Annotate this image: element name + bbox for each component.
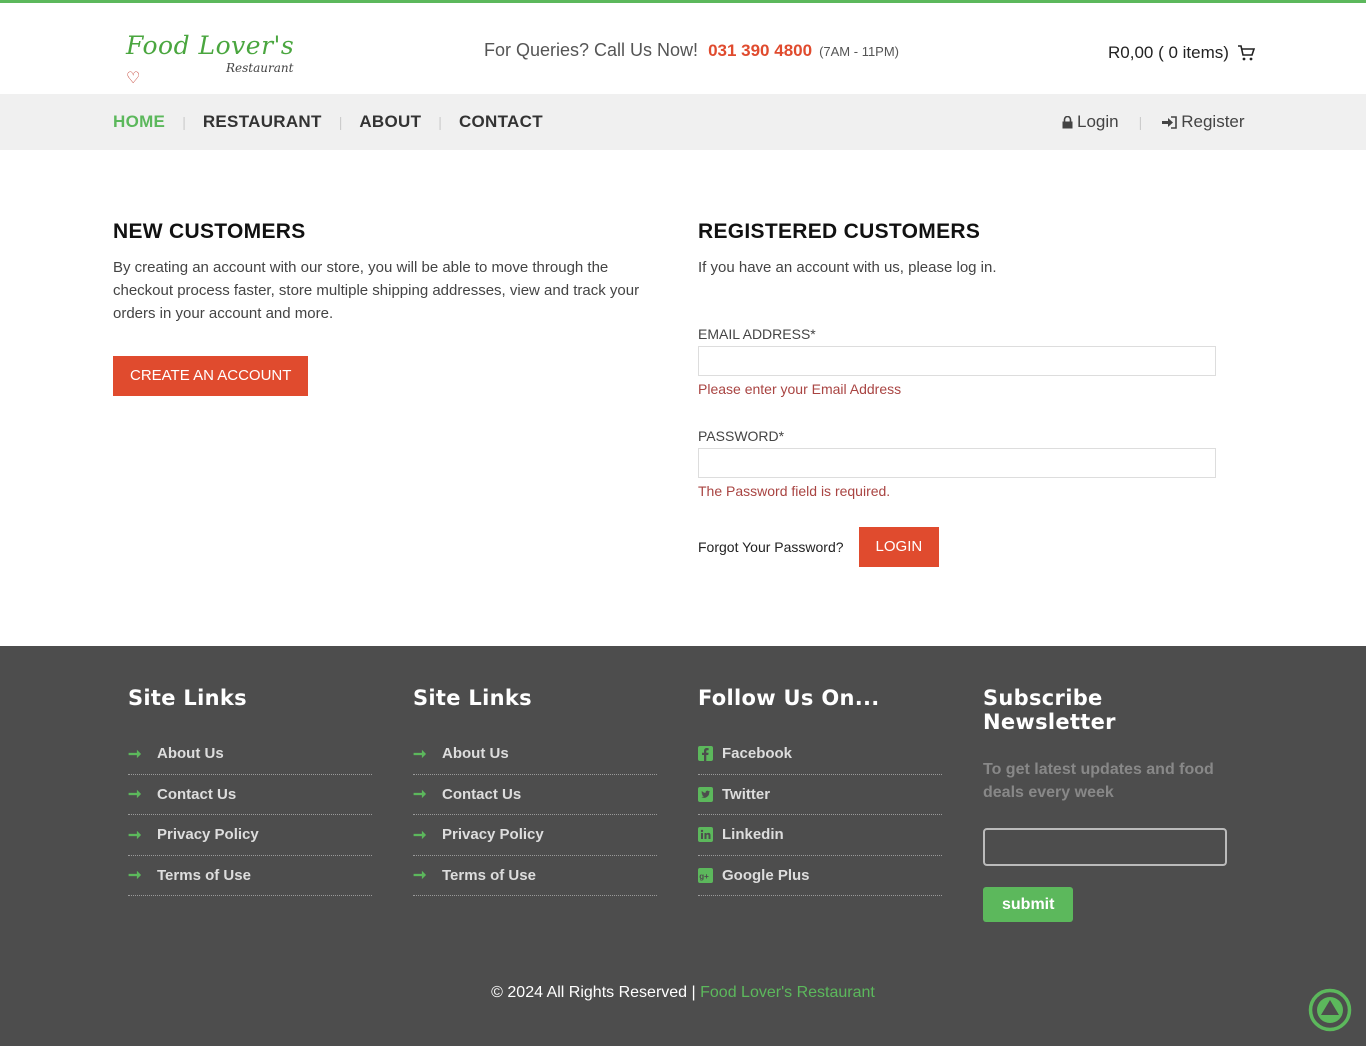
- new-customers-section: NEW CUSTOMERS By creating an account wit…: [113, 220, 663, 396]
- footer-link-terms-of-use[interactable]: ➞ Terms of Use: [413, 856, 657, 896]
- nav-home[interactable]: HOME: [113, 112, 165, 132]
- login-button[interactable]: LOGIN: [858, 527, 940, 567]
- google-plus-icon: g+: [698, 867, 713, 883]
- sign-in-icon: [1162, 115, 1178, 129]
- login-link[interactable]: Login: [1062, 112, 1119, 132]
- linkedin-icon: [698, 827, 713, 843]
- footer-link-label: Terms of Use: [442, 866, 536, 884]
- footer-link-label: Twitter: [722, 785, 771, 803]
- footer-link-label: Google Plus: [722, 866, 810, 884]
- queries-label: For Queries? Call Us Now!: [484, 40, 699, 60]
- password-error: The Password field is required.: [698, 483, 891, 499]
- newsletter-text: To get latest updates and food deals eve…: [983, 761, 1214, 801]
- hours-text: (7AM - 11PM): [819, 44, 900, 59]
- social-link-linkedin[interactable]: Linkedin: [698, 815, 942, 856]
- login-label: Login: [1077, 112, 1119, 131]
- copyright-label: © 2024 All Rights Reserved |: [491, 984, 696, 1001]
- arrow-right-icon: ➞: [413, 786, 427, 804]
- arrow-right-icon: ➞: [128, 745, 142, 763]
- footer-link-label: Contact Us: [442, 785, 522, 803]
- footer: Site Links ➞ About Us ➞ Contact Us ➞ Privac…: [0, 646, 1366, 1046]
- site-logo[interactable]: Food Lover's ♡ Restaurant: [126, 31, 306, 87]
- footer-col-title: Site Links: [413, 686, 532, 710]
- heart-icon: ♡: [126, 68, 141, 87]
- logo-subtitle: Restaurant: [226, 61, 294, 75]
- footer-link-label: About Us: [442, 745, 509, 763]
- footer-link-privacy-policy[interactable]: ➞ Privacy Policy: [413, 815, 657, 856]
- nav-separator: |: [338, 114, 343, 130]
- logo-title: Food Lover's: [126, 31, 295, 60]
- footer-link-about-us[interactable]: ➞ About Us: [128, 734, 372, 775]
- footer-link-label: Contact Us: [157, 785, 237, 803]
- create-account-button[interactable]: CREATE AN ACCOUNT: [113, 356, 309, 396]
- arrow-right-icon: ➞: [128, 867, 142, 885]
- arrow-right-icon: ➞: [128, 786, 142, 804]
- footer-link-label: Privacy Policy: [157, 826, 259, 844]
- footer-link-terms-of-use[interactable]: ➞ Terms of Use: [128, 856, 372, 896]
- footer-col-title: Follow Us On...: [698, 686, 880, 710]
- footer-newsletter: Subscribe Newsletter To get latest updat…: [983, 686, 1227, 922]
- password-label: PASSWORD*: [698, 428, 785, 444]
- social-link-facebook[interactable]: Facebook: [698, 734, 942, 775]
- email-error: Please enter your Email Address: [698, 381, 902, 397]
- copyright-brand-link[interactable]: Food Lover's Restaurant: [700, 984, 875, 1001]
- social-link-twitter[interactable]: Twitter: [698, 775, 942, 815]
- social-link-google-plus[interactable]: g+ Google Plus: [698, 856, 942, 896]
- footer-link-contact-us[interactable]: ➞ Contact Us: [413, 775, 657, 815]
- footer-site-links-2: Site Links ➞ About Us ➞ Contact Us ➞ Privac…: [413, 686, 657, 896]
- footer-link-label: Terms of Use: [157, 866, 251, 884]
- copyright-bar: © 2024 All Rights Reserved | Food Lover'…: [0, 938, 1366, 1046]
- header: Food Lover's ♡ Restaurant For Queries? C…: [0, 3, 1366, 94]
- footer-link-contact-us[interactable]: ➞ Contact Us: [128, 775, 372, 815]
- newsletter-submit-button[interactable]: submit: [983, 887, 1074, 922]
- nav-restaurant[interactable]: RESTAURANT: [203, 112, 322, 132]
- auth-separator: |: [1138, 114, 1143, 130]
- login-actions: Forgot Your Password? LOGIN: [698, 527, 1218, 567]
- footer-link-about-us[interactable]: ➞ About Us: [413, 734, 657, 775]
- new-customers-description: By creating an account with our store, y…: [113, 259, 640, 322]
- password-field[interactable]: [698, 448, 1216, 478]
- arrow-right-icon: ➞: [413, 826, 427, 844]
- nav-separator: |: [182, 114, 186, 130]
- footer-link-label: Privacy Policy: [442, 826, 544, 844]
- footer-link-label: Facebook: [722, 745, 793, 763]
- footer-site-links-1: Site Links ➞ About Us ➞ Contact Us ➞ Privac…: [128, 686, 372, 896]
- arrow-right-icon: ➞: [413, 745, 427, 763]
- nav-about[interactable]: ABOUT: [359, 112, 421, 132]
- logo-text: Food Lover's ♡: [126, 31, 306, 89]
- newsletter-email-input[interactable]: [983, 828, 1227, 866]
- email-field[interactable]: [698, 346, 1216, 376]
- nav-separator: |: [438, 114, 442, 130]
- main-content: NEW CUSTOMERS By creating an account wit…: [0, 150, 1366, 646]
- cart-summary[interactable]: R0,00 ( 0 items): [1108, 43, 1255, 63]
- footer-link-privacy-policy[interactable]: ➞ Privacy Policy: [128, 815, 372, 856]
- forgot-password-link[interactable]: Forgot Your Password?: [698, 539, 844, 555]
- nav-contact[interactable]: CONTACT: [459, 112, 543, 132]
- email-label: EMAIL ADDRESS*: [698, 326, 816, 342]
- svg-text:g+: g+: [699, 872, 709, 881]
- registered-customers-section: REGISTERED CUSTOMERS If you have an acco…: [698, 220, 1218, 567]
- main-nav: HOME | RESTAURANT | ABOUT | CONTACT Logi…: [0, 94, 1366, 150]
- footer-link-label: Linkedin: [722, 826, 784, 844]
- footer-col-title: Subscribe Newsletter: [983, 686, 1116, 734]
- footer-col-title: Site Links: [128, 686, 247, 710]
- facebook-icon: [698, 746, 713, 762]
- footer-follow-us: Follow Us On... Facebook Twitter Linkedi…: [698, 686, 942, 896]
- phone-number[interactable]: 031 390 4800: [708, 41, 812, 60]
- new-customers-title: NEW CUSTOMERS: [113, 220, 306, 243]
- contact-info: For Queries? Call Us Now! 031 390 4800 (7…: [484, 40, 899, 61]
- cart-text: R0,00 ( 0 items): [1108, 43, 1229, 62]
- cart-icon: [1237, 45, 1255, 61]
- lock-icon: [1062, 115, 1073, 128]
- registered-description: If you have an account with us, please l…: [698, 259, 997, 276]
- arrow-right-icon: ➞: [413, 867, 427, 885]
- registered-customers-title: REGISTERED CUSTOMERS: [698, 220, 981, 243]
- arrow-right-icon: ➞: [128, 826, 142, 844]
- twitter-icon: [698, 786, 713, 802]
- footer-link-label: About Us: [157, 745, 224, 763]
- register-label: Register: [1181, 112, 1245, 131]
- register-link[interactable]: Register: [1162, 112, 1245, 132]
- copyright-text: © 2024 All Rights Reserved | Food Lover'…: [0, 984, 1366, 1002]
- scroll-to-top-icon[interactable]: [1308, 988, 1352, 1032]
